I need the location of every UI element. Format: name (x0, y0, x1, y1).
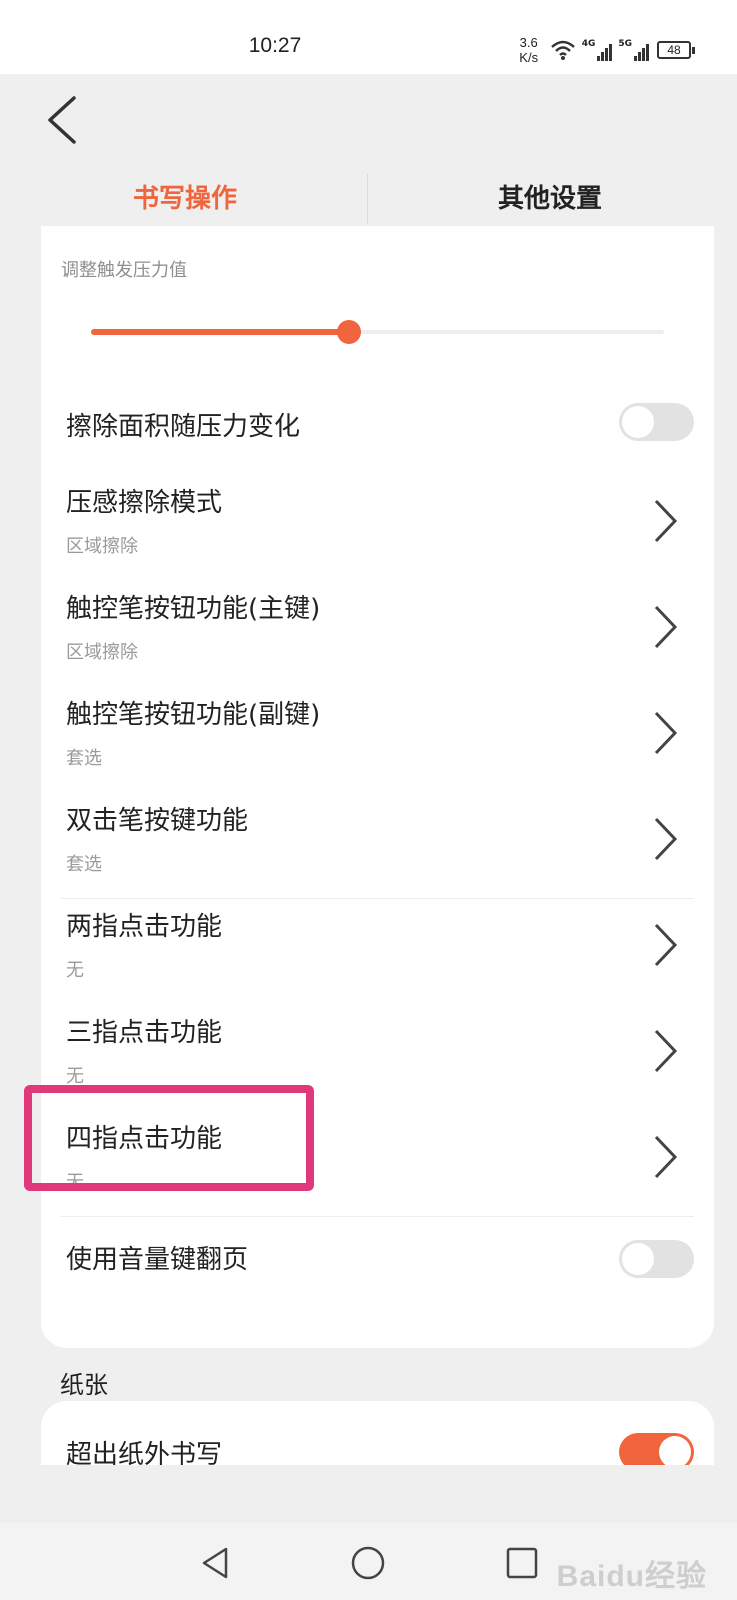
row-two-finger-tap-value: 无 (66, 960, 84, 981)
back-button[interactable] (40, 92, 90, 148)
highlight-box (24, 1085, 314, 1191)
network-speed-value: 3.6 (519, 35, 538, 50)
row-three-finger-tap-label: 三指点击功能 (66, 1018, 223, 1048)
row-pressure-erase-mode-label: 压感擦除模式 (66, 488, 223, 518)
row-two-finger-tap[interactable]: 两指点击功能 无 (41, 898, 714, 998)
status-indicators: 3.6 K/s 4G 5G 48 (514, 32, 695, 68)
row-pen-button-primary-label: 触控笔按钮功能(主键) (66, 594, 321, 624)
tab-other-settings[interactable]: 其他设置 (400, 178, 700, 215)
tab-writing-operations[interactable]: 书写操作 (35, 178, 335, 215)
wifi-icon (550, 40, 575, 60)
erase-area-pressure-toggle[interactable] (619, 403, 694, 441)
toggle-knob (622, 406, 654, 438)
paper-section-label: 纸张 (60, 1371, 108, 1399)
row-erase-area-pressure-label: 擦除面积随压力变化 (66, 412, 301, 442)
row-double-tap-pen-value: 套选 (66, 854, 102, 875)
row-volume-key-page[interactable]: 使用音量键翻页 (41, 1226, 714, 1296)
chevron-right-icon (654, 499, 678, 543)
row-pressure-erase-mode[interactable]: 压感擦除模式 区域擦除 (41, 474, 714, 574)
tab-divider (367, 174, 368, 224)
row-pen-button-secondary-value: 套选 (66, 748, 102, 769)
chevron-right-icon (654, 1029, 678, 1073)
network-4g-label: 4G (581, 39, 596, 49)
chevron-right-icon (654, 711, 678, 755)
row-two-finger-tap-label: 两指点击功能 (66, 912, 223, 942)
nav-back-icon[interactable] (196, 1543, 236, 1583)
row-pen-button-primary[interactable]: 触控笔按钮功能(主键) 区域擦除 (41, 580, 714, 680)
row-write-outside-paper-label: 超出纸外书写 (66, 1440, 223, 1465)
tab-bar: 书写操作 其他设置 (0, 168, 737, 224)
status-time: 10:27 (248, 34, 302, 57)
toggle-knob (659, 1436, 691, 1465)
watermark-logo: Baidu经验 (556, 1560, 707, 1593)
row-double-tap-pen[interactable]: 双击笔按键功能 套选 (41, 792, 714, 892)
row-double-tap-pen-label: 双击笔按键功能 (66, 806, 249, 836)
status-bar: 10:27 3.6 K/s 4G 5G 48 (0, 0, 737, 74)
pressure-label: 调整触发压力值 (61, 260, 187, 281)
network-5g-label: 5G (618, 39, 632, 49)
chevron-right-icon (654, 605, 678, 649)
row-erase-area-pressure[interactable]: 擦除面积随压力变化 (41, 396, 714, 466)
pressure-slider[interactable] (91, 317, 664, 347)
nav-home-icon[interactable] (348, 1543, 388, 1583)
row-pen-button-secondary[interactable]: 触控笔按钮功能(副键) 套选 (41, 686, 714, 786)
toggle-knob (622, 1243, 654, 1275)
section-divider (61, 1216, 694, 1217)
network-speed-unit: K/s (519, 50, 539, 65)
row-volume-key-page-label: 使用音量键翻页 (66, 1245, 249, 1275)
slider-fill (91, 329, 349, 335)
nav-recents-icon[interactable] (502, 1543, 542, 1583)
write-outside-paper-toggle[interactable] (619, 1433, 694, 1465)
chevron-left-icon (48, 96, 76, 144)
row-pen-button-secondary-label: 触控笔按钮功能(副键) (66, 700, 321, 730)
battery-icon: 48 (657, 41, 695, 59)
chevron-right-icon (654, 923, 678, 967)
network-speed: 3.6 K/s (514, 35, 544, 65)
chevron-right-icon (654, 817, 678, 861)
signal-4g-icon: 4G (582, 39, 613, 61)
signal-5g-icon: 5G (618, 39, 649, 61)
row-write-outside-paper[interactable]: 超出纸外书写 (41, 1401, 714, 1465)
chevron-right-icon (654, 1135, 678, 1179)
volume-key-page-toggle[interactable] (619, 1240, 694, 1278)
row-pressure-erase-mode-value: 区域擦除 (66, 536, 138, 557)
paper-settings-card: 超出纸外书写 (41, 1401, 714, 1465)
navigation-bar: Baidu经验 (0, 1523, 737, 1600)
row-pen-button-primary-value: 区域擦除 (66, 642, 138, 663)
slider-thumb[interactable] (336, 320, 361, 344)
